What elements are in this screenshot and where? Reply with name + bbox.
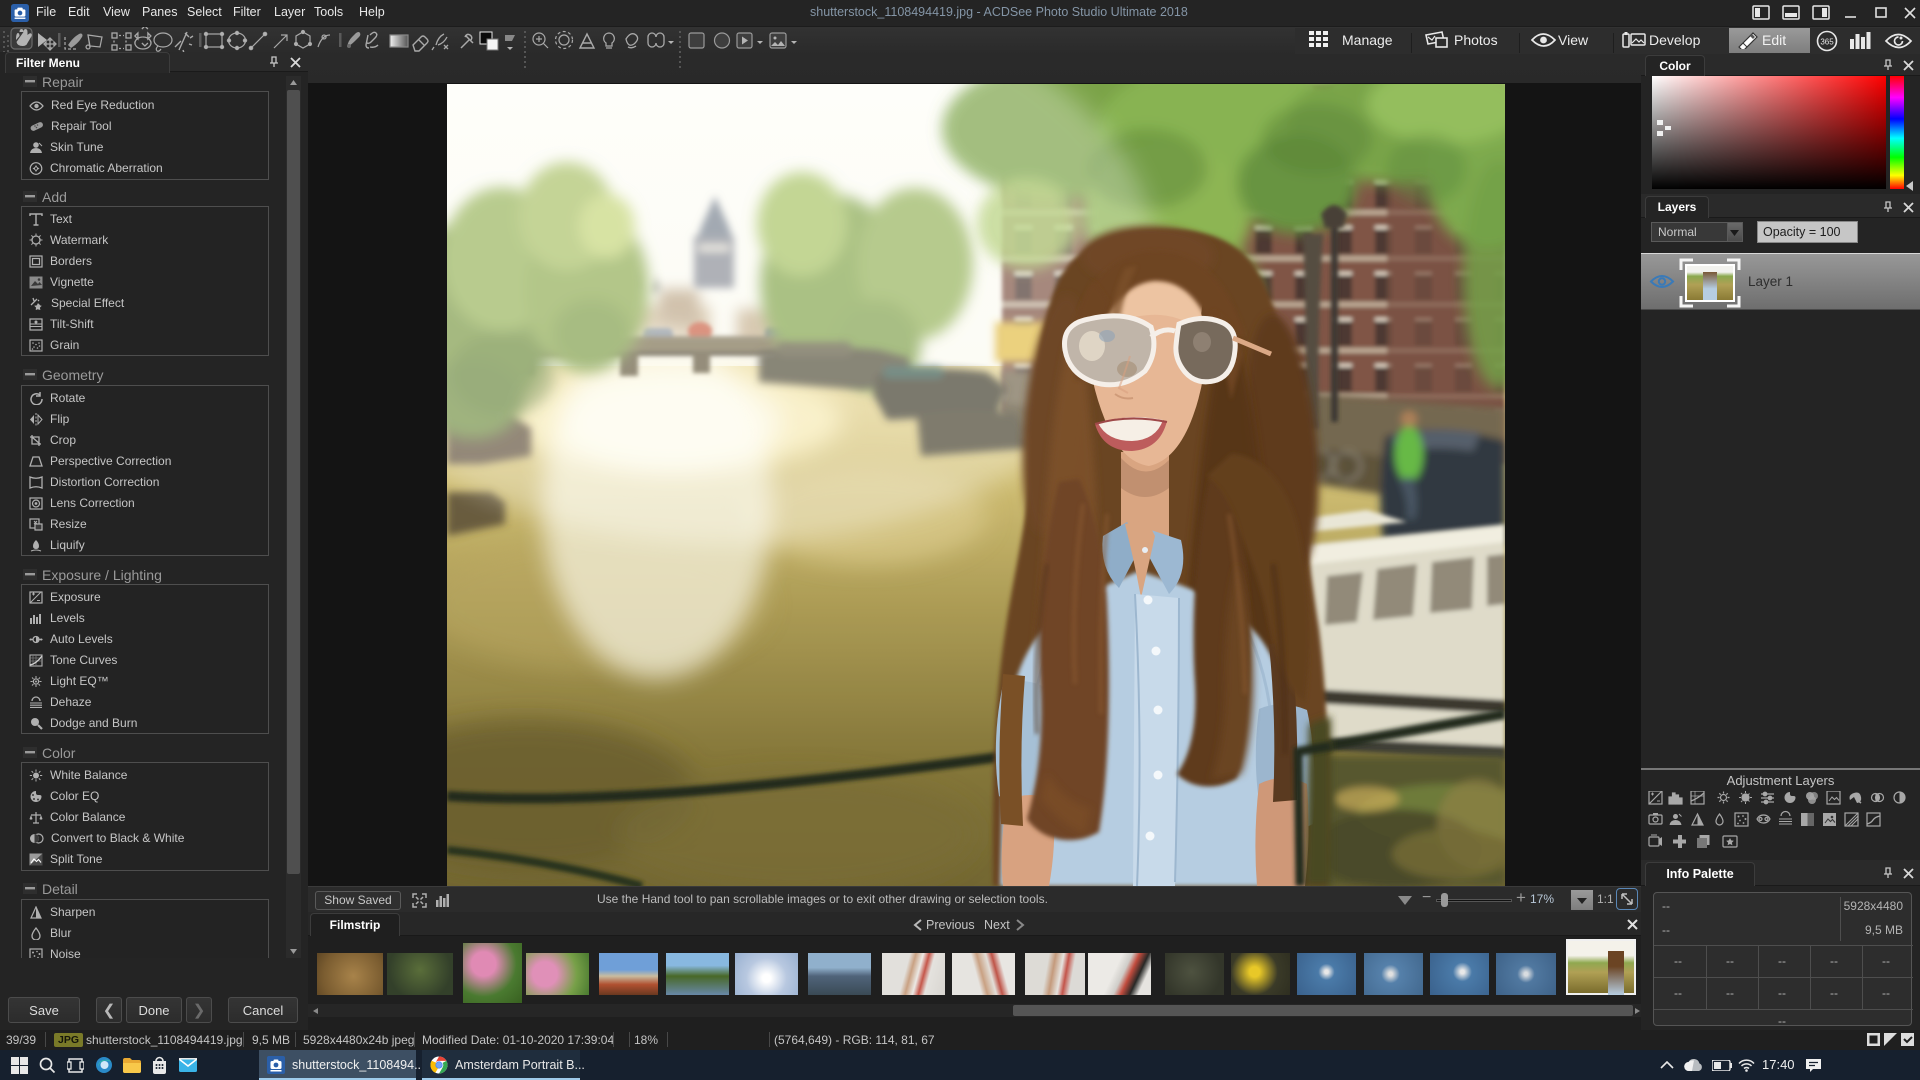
svg-text:365: 365 — [1820, 38, 1834, 47]
